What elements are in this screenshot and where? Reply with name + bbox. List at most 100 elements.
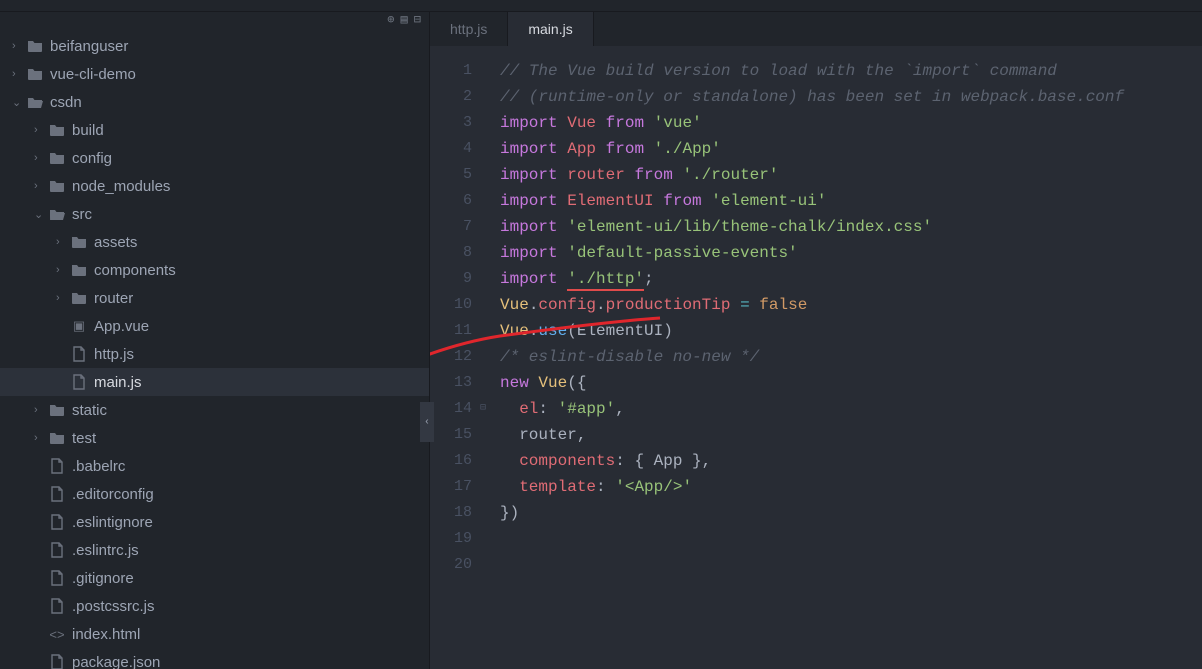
folder-icon bbox=[48, 431, 66, 445]
tree-file[interactable]: ▣ App.vue bbox=[0, 312, 429, 340]
line-number: 15 bbox=[430, 422, 482, 448]
file-icon bbox=[48, 598, 66, 614]
chevron-icon: ⌄ bbox=[34, 208, 44, 221]
line-gutter: 1234567891011121314151617181920 bbox=[430, 46, 482, 669]
tree-file[interactable]: .eslintignore bbox=[0, 508, 429, 536]
file-icon bbox=[48, 654, 66, 669]
code-line[interactable]: import App from './App' bbox=[500, 136, 1202, 162]
tree-file[interactable]: .editorconfig bbox=[0, 480, 429, 508]
tree-item-label: beifanguser bbox=[50, 38, 128, 55]
line-number: 13 bbox=[430, 370, 482, 396]
folder-icon bbox=[70, 235, 88, 249]
code-container: 1234567891011121314151617181920 // The V… bbox=[430, 46, 1202, 669]
tree-item-label: main.js bbox=[94, 374, 142, 391]
file-icon bbox=[48, 458, 66, 474]
tree-folder[interactable]: ›vue-cli-demo bbox=[0, 60, 429, 88]
file-icon bbox=[48, 486, 66, 502]
code-line[interactable]: import router from './router' bbox=[500, 162, 1202, 188]
code-line[interactable]: Vue.config.productionTip = false bbox=[500, 292, 1202, 318]
tree-folder[interactable]: ›components bbox=[0, 256, 429, 284]
tree-file[interactable]: <>index.html bbox=[0, 620, 429, 648]
tree-file[interactable]: .gitignore bbox=[0, 564, 429, 592]
tree-item-label: test bbox=[72, 430, 96, 447]
code-line[interactable]: el: '#app', bbox=[500, 396, 1202, 422]
code-line[interactable]: // (runtime-only or standalone) has been… bbox=[500, 84, 1202, 110]
editor-tab[interactable]: main.js bbox=[508, 12, 593, 46]
tree-folder[interactable]: ›beifanguser bbox=[0, 32, 429, 60]
code-line[interactable]: import './http'; bbox=[500, 266, 1202, 292]
list-icon[interactable]: ▤ bbox=[401, 12, 408, 27]
tree-folder[interactable]: › static bbox=[0, 396, 429, 424]
code-line[interactable]: import Vue from 'vue' bbox=[500, 110, 1202, 136]
tree-item-label: router bbox=[94, 290, 133, 307]
tree-item-label: .postcssrc.js bbox=[72, 598, 155, 615]
code-line[interactable]: components: { App }, bbox=[500, 448, 1202, 474]
tree-folder[interactable]: ›config bbox=[0, 144, 429, 172]
tree-folder[interactable]: ⌄ src bbox=[0, 200, 429, 228]
tree-folder[interactable]: ›node_modules bbox=[0, 172, 429, 200]
line-number: 12 bbox=[430, 344, 482, 370]
line-number: 17 bbox=[430, 474, 482, 500]
chevron-icon: › bbox=[34, 124, 44, 136]
code-line[interactable]: import ElementUI from 'element-ui' bbox=[500, 188, 1202, 214]
file-icon bbox=[48, 542, 66, 558]
code-line[interactable]: template: '<App/>' bbox=[500, 474, 1202, 500]
line-number: 3 bbox=[430, 110, 482, 136]
tree-file[interactable]: package.json bbox=[0, 648, 429, 669]
tree-item-label: .eslintrc.js bbox=[72, 542, 139, 559]
tree-folder[interactable]: ›test bbox=[0, 424, 429, 452]
line-number: 20 bbox=[430, 552, 482, 578]
tree-file[interactable]: .babelrc bbox=[0, 452, 429, 480]
tree-item-label: App.vue bbox=[94, 318, 149, 335]
chevron-icon: › bbox=[34, 404, 44, 416]
file-icon bbox=[70, 374, 88, 390]
code-line[interactable]: /* eslint-disable no-new */ bbox=[500, 344, 1202, 370]
editor-tab[interactable]: http.js bbox=[430, 12, 508, 46]
folder-icon bbox=[70, 291, 88, 305]
folder-icon bbox=[48, 123, 66, 137]
line-number: 11 bbox=[430, 318, 482, 344]
chevron-icon: › bbox=[56, 236, 66, 248]
line-number: 4 bbox=[430, 136, 482, 162]
folder-icon bbox=[48, 179, 66, 193]
line-number: 16 bbox=[430, 448, 482, 474]
tree-item-label: config bbox=[72, 150, 112, 167]
chevron-icon: › bbox=[12, 68, 22, 80]
code-line[interactable]: import 'element-ui/lib/theme-chalk/index… bbox=[500, 214, 1202, 240]
code-line[interactable]: // The Vue build version to load with th… bbox=[500, 58, 1202, 84]
code-line[interactable]: import 'default-passive-events' bbox=[500, 240, 1202, 266]
line-number: 2 bbox=[430, 84, 482, 110]
sidebar-toolbar: ⊕ ▤ ⊟ bbox=[387, 12, 421, 27]
tree-folder[interactable]: ›router bbox=[0, 284, 429, 312]
tree-item-label: .babelrc bbox=[72, 458, 125, 475]
folder-icon bbox=[26, 67, 44, 81]
tree-item-label: csdn bbox=[50, 94, 82, 111]
tree-file[interactable]: .eslintrc.js bbox=[0, 536, 429, 564]
tree-item-label: static bbox=[72, 402, 107, 419]
file-explorer: ⊕ ▤ ⊟ ›beifanguser›vue-cli-demo⌄csdn›bui… bbox=[0, 12, 430, 669]
tree-item-label: assets bbox=[94, 234, 137, 251]
add-icon[interactable]: ⊕ bbox=[387, 12, 394, 27]
tree-folder[interactable]: ›build bbox=[0, 116, 429, 144]
file-icon bbox=[70, 346, 88, 362]
tree-folder[interactable]: › assets bbox=[0, 228, 429, 256]
code-line[interactable]: Vue.use(ElementUI) bbox=[500, 318, 1202, 344]
line-number: 7 bbox=[430, 214, 482, 240]
code-body[interactable]: // The Vue build version to load with th… bbox=[482, 46, 1202, 669]
tree-item-label: src bbox=[72, 206, 92, 223]
tree-file[interactable]: .postcssrc.js bbox=[0, 592, 429, 620]
tree-file[interactable]: http.js bbox=[0, 340, 429, 368]
line-number: 5 bbox=[430, 162, 482, 188]
tree-item-label: http.js bbox=[94, 346, 134, 363]
code-line[interactable]: }) bbox=[500, 500, 1202, 526]
code-line[interactable]: router, bbox=[500, 422, 1202, 448]
file-icon bbox=[48, 570, 66, 586]
tree-folder[interactable]: ⌄csdn bbox=[0, 88, 429, 116]
code-line[interactable]: new Vue({ bbox=[500, 370, 1202, 396]
editor-tabs: http.jsmain.js bbox=[430, 12, 1202, 46]
vue-icon: ▣ bbox=[70, 318, 88, 334]
collapse-icon[interactable]: ⊟ bbox=[414, 12, 421, 27]
html-icon: <> bbox=[48, 627, 66, 642]
tree-file[interactable]: main.js bbox=[0, 368, 429, 396]
tree-item-label: components bbox=[94, 262, 176, 279]
